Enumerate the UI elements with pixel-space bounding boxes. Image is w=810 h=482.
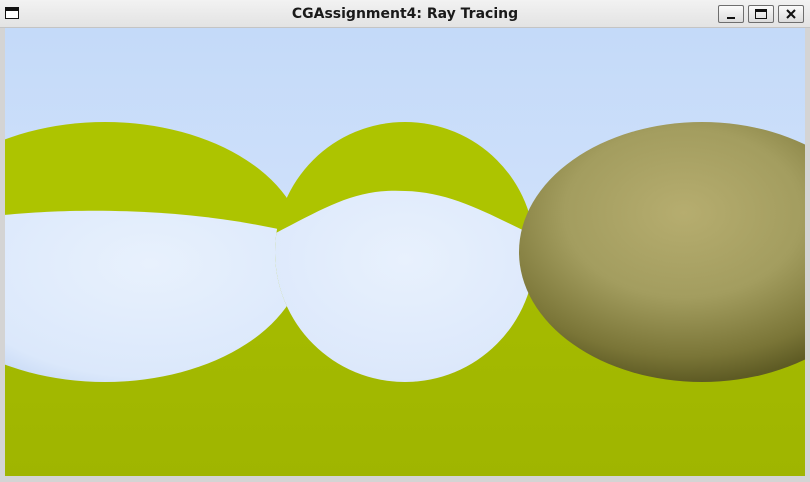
maximize-button[interactable]	[748, 5, 774, 23]
close-button[interactable]	[778, 5, 804, 23]
close-icon	[786, 9, 796, 19]
minimize-icon	[727, 17, 735, 19]
ray-traced-scene	[5, 28, 805, 476]
title-bar[interactable]: CGAssignment4: Ray Tracing	[0, 0, 810, 28]
render-canvas	[5, 28, 805, 476]
window-title: CGAssignment4: Ray Tracing	[291, 6, 519, 22]
app-window: CGAssignment4: Ray Tracing	[0, 0, 810, 482]
maximize-icon	[755, 9, 767, 19]
minimize-button[interactable]	[718, 5, 744, 23]
